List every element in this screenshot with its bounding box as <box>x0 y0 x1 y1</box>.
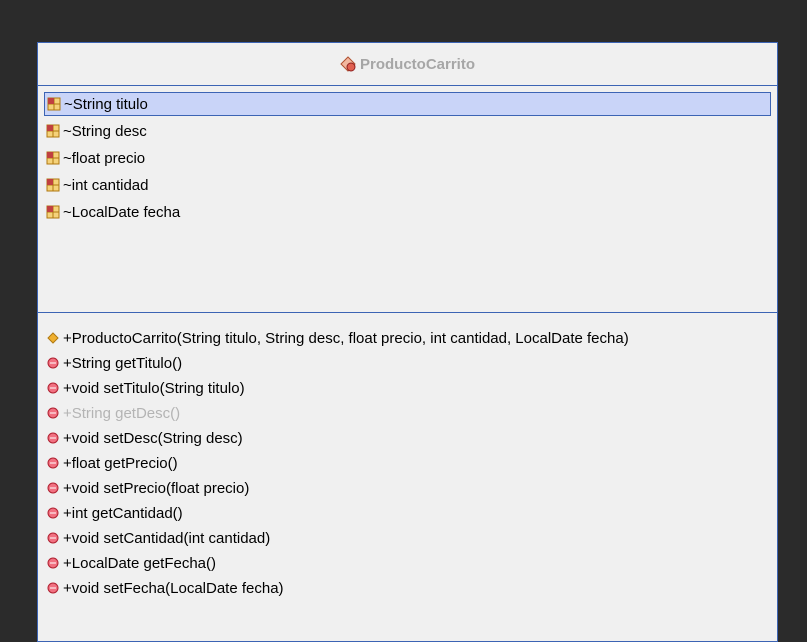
operation-row-settitulo[interactable]: +void setTitulo(String titulo) <box>44 376 771 400</box>
method-icon <box>47 532 59 544</box>
operation-label: +float getPrecio() <box>63 454 178 472</box>
class-name: ProductoCarrito <box>359 55 475 73</box>
operation-label: +void setFecha(LocalDate fecha) <box>63 579 284 597</box>
operation-label: +int getCantidad() <box>63 504 183 522</box>
method-icon <box>47 582 59 594</box>
constructor-icon <box>47 332 59 344</box>
field-icon <box>46 205 60 219</box>
operation-row-setcantidad[interactable]: +void setCantidad(int cantidad) <box>44 526 771 550</box>
operation-label: +String getDesc() <box>63 404 181 422</box>
field-icon <box>46 178 60 192</box>
method-icon <box>47 482 59 494</box>
class-header[interactable]: ProductoCarrito <box>38 43 777 86</box>
attribute-row-precio[interactable]: ~float precio <box>44 146 771 170</box>
method-icon <box>47 432 59 444</box>
attribute-row-desc[interactable]: ~String desc <box>44 119 771 143</box>
operation-row-getprecio[interactable]: +float getPrecio() <box>44 451 771 475</box>
field-icon <box>47 97 61 111</box>
attribute-label: ~int cantidad <box>63 176 149 194</box>
operation-row-gettitulo[interactable]: +String getTitulo() <box>44 351 771 375</box>
attribute-label: ~LocalDate fecha <box>63 203 181 221</box>
operation-label: +LocalDate getFecha() <box>63 554 217 572</box>
operation-row-getcantidad[interactable]: +int getCantidad() <box>44 501 771 525</box>
method-icon <box>47 507 59 519</box>
operation-row-getdesc[interactable]: +String getDesc() <box>44 401 771 425</box>
operation-row-setfecha[interactable]: +void setFecha(LocalDate fecha) <box>44 576 771 600</box>
method-icon <box>47 557 59 569</box>
attribute-row-titulo[interactable]: ~String titulo <box>44 92 771 116</box>
operation-label: +ProductoCarrito(String titulo, String d… <box>63 329 629 347</box>
operation-row-setdesc[interactable]: +void setDesc(String desc) <box>44 426 771 450</box>
operation-row-constructor[interactable]: +ProductoCarrito(String titulo, String d… <box>44 326 771 350</box>
operation-label: +String getTitulo() <box>63 354 183 372</box>
attribute-label: ~String desc <box>63 122 147 140</box>
attribute-label: ~String titulo <box>64 95 148 113</box>
attribute-row-cantidad[interactable]: ~int cantidad <box>44 173 771 197</box>
operation-label: +void setTitulo(String titulo) <box>63 379 245 397</box>
method-icon <box>47 457 59 469</box>
attributes-compartment: ~String titulo ~String desc ~float preci… <box>38 86 777 313</box>
method-icon <box>47 357 59 369</box>
uml-class-box[interactable]: ProductoCarrito ~String titulo ~String d… <box>37 42 778 642</box>
operation-label: +void setPrecio(float precio) <box>63 479 250 497</box>
attribute-label: ~float precio <box>63 149 146 167</box>
operation-row-getfecha[interactable]: +LocalDate getFecha() <box>44 551 771 575</box>
method-icon <box>47 382 59 394</box>
operation-label: +void setDesc(String desc) <box>63 429 243 447</box>
operation-row-setprecio[interactable]: +void setPrecio(float precio) <box>44 476 771 500</box>
field-icon <box>46 124 60 138</box>
field-icon <box>46 151 60 165</box>
operation-label: +void setCantidad(int cantidad) <box>63 529 271 547</box>
attribute-row-fecha[interactable]: ~LocalDate fecha <box>44 200 771 224</box>
method-icon <box>47 407 59 419</box>
class-icon <box>340 56 356 72</box>
